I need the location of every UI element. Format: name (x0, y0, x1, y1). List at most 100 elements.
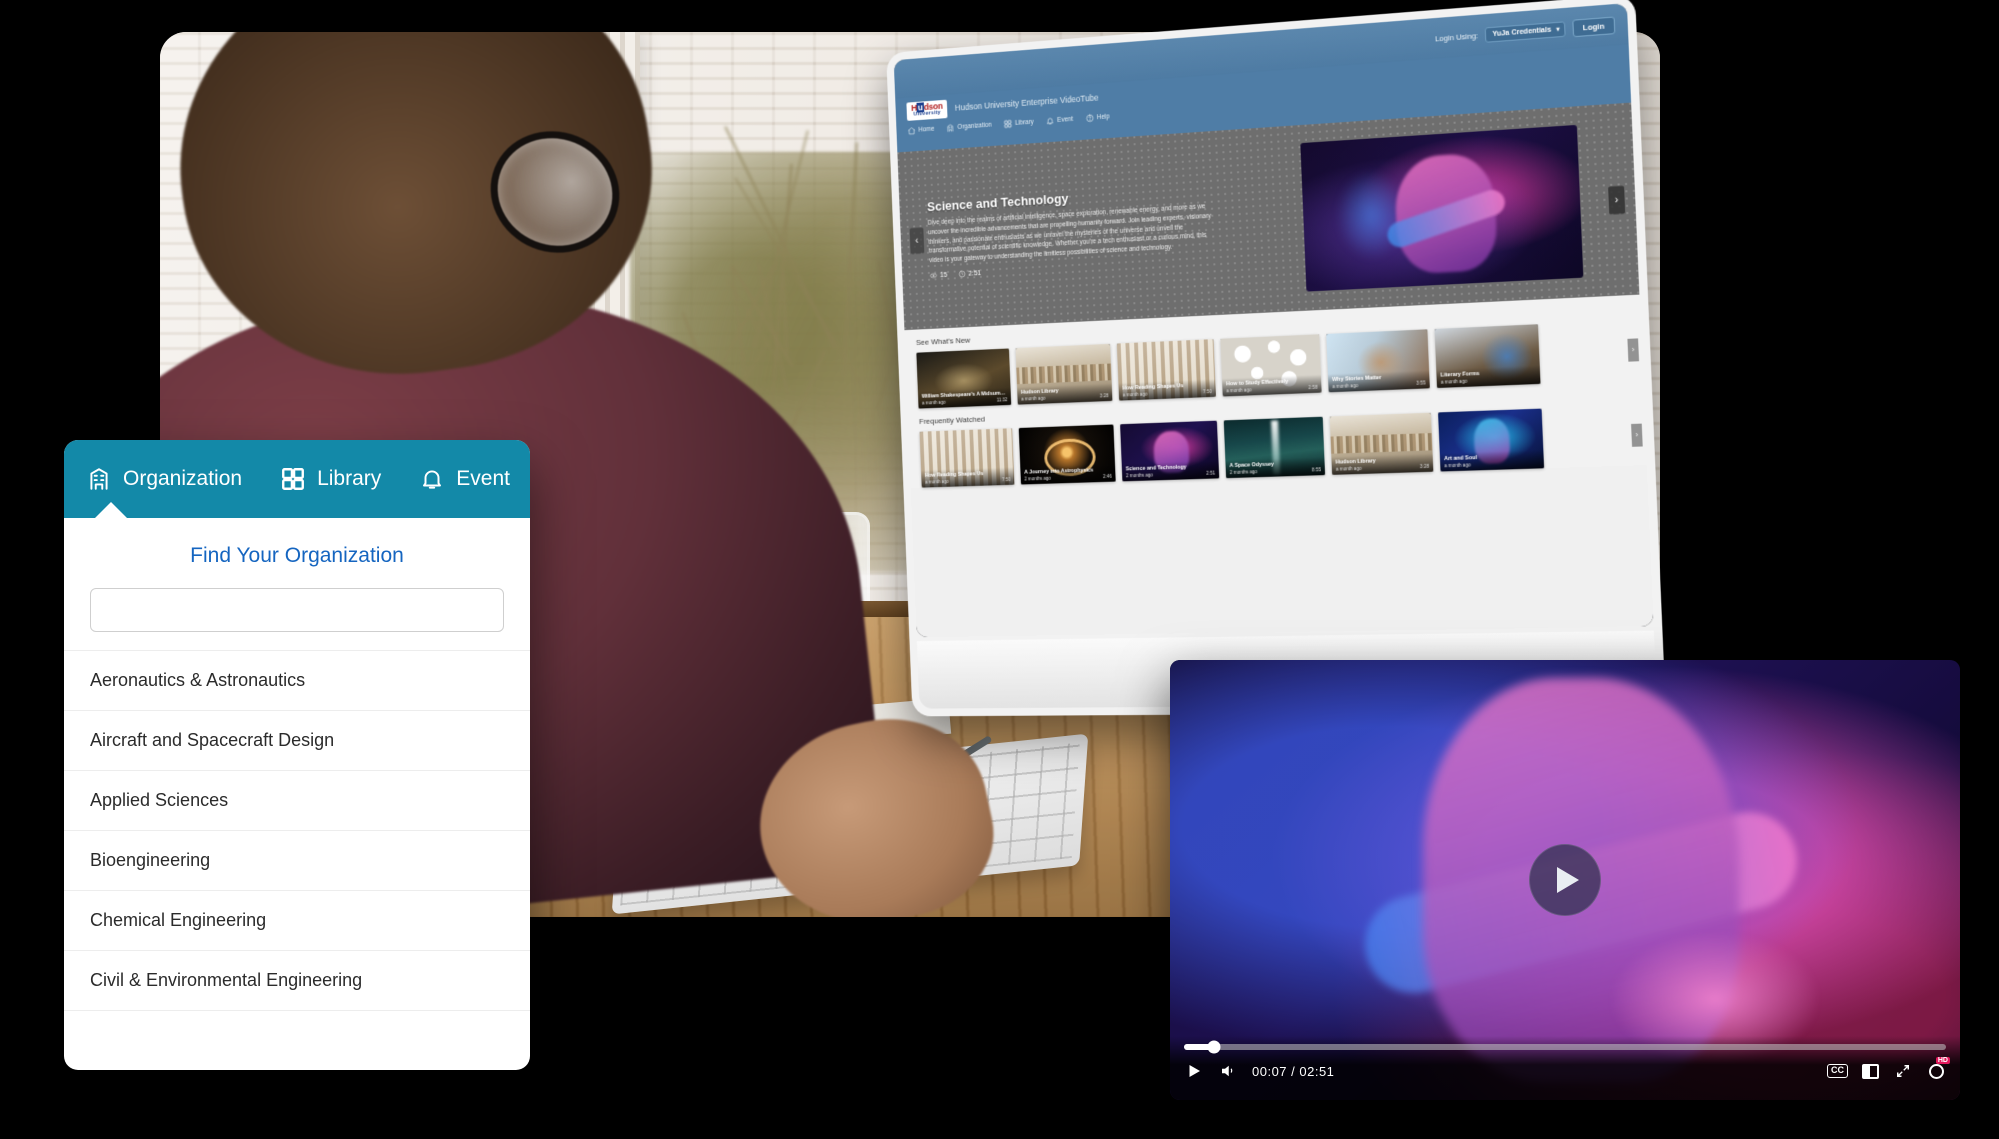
video-age: a month ago (922, 400, 946, 406)
list-item[interactable]: Chemical Engineering (64, 891, 530, 951)
settings-gear-icon[interactable]: HD (1927, 1062, 1946, 1081)
login-button[interactable]: Login (1572, 16, 1616, 37)
video-card[interactable]: Literary Forms a month ago (1435, 324, 1541, 388)
rail-next-button[interactable]: › (1631, 424, 1643, 447)
nav-item-organization[interactable]: Organization (946, 120, 992, 132)
nav-item-library[interactable]: Library (1004, 117, 1034, 128)
volume-icon[interactable] (1218, 1061, 1238, 1081)
nav-item-label: Event (1057, 115, 1073, 123)
play-overlay-button[interactable] (1529, 844, 1601, 916)
video-card[interactable]: William Shakespeare's A Midsumm... a mont… (916, 348, 1011, 408)
nav-item-label: Help (1097, 113, 1110, 121)
video-card[interactable]: How Reading Shapes Us a month ago 7:50 (920, 428, 1015, 487)
nav-item-label: Home (918, 125, 934, 133)
organization-search-box[interactable] (90, 588, 504, 632)
organization-list: Aeronautics & Astronautics Aircraft and S… (64, 650, 530, 1011)
video-duration: 11:32 (997, 397, 1008, 402)
video-duration: 3:28 (1100, 393, 1109, 398)
nav-item-home[interactable]: Home (907, 124, 934, 135)
bell-icon (419, 466, 445, 492)
eye-icon (930, 272, 938, 280)
hero-video-thumbnail[interactable] (1300, 125, 1583, 292)
cc-icon[interactable]: CC (1827, 1064, 1848, 1078)
building-icon (946, 123, 955, 132)
video-card[interactable]: Art and Soul a month ago (1438, 409, 1544, 472)
video-meta: Science and Technology 2 months ago 2:51 (1122, 460, 1220, 481)
video-duration: 7:50 (1002, 477, 1011, 482)
bell-icon (1046, 116, 1055, 125)
hero-views: 15 (930, 271, 948, 280)
org-tab-event[interactable]: Event (419, 466, 510, 492)
list-item[interactable]: Aircraft and Spacecraft Design (64, 711, 530, 771)
list-item[interactable]: Bioengineering (64, 831, 530, 891)
clock-icon (958, 270, 966, 278)
video-duration: 3:28 (1420, 464, 1429, 469)
search-input[interactable] (91, 589, 503, 631)
video-age: a month ago (1444, 462, 1470, 468)
org-tab-label: Library (317, 467, 381, 491)
video-meta: How Reading Shapes Us a month ago 7:50 (1118, 379, 1215, 401)
chevron-down-icon: ▾ (1556, 25, 1559, 32)
theater-mode-icon[interactable] (1862, 1064, 1879, 1079)
list-item[interactable]: Aeronautics & Astronautics (64, 651, 530, 711)
video-card[interactable]: Hudson Library a month ago 3:28 (1015, 344, 1112, 405)
video-player[interactable]: 00:07 / 02:51 CC HD (1170, 660, 1960, 1100)
nav-item-event[interactable]: Event (1046, 114, 1073, 125)
video-meta: Hudson Library a month ago 3:28 (1331, 453, 1433, 474)
video-meta: How Reading Shapes Us a month ago 7:50 (921, 467, 1014, 487)
hero-text: Science and Technology Dive deep into th… (927, 182, 1215, 280)
list-item[interactable]: Civil & Environmental Engineering (64, 951, 530, 1011)
video-duration: 2:51 (1206, 471, 1215, 476)
hero-prev-button[interactable]: ‹ (910, 227, 925, 254)
org-tab-organization[interactable]: Organization (86, 466, 242, 492)
list-item[interactable]: Applied Sciences (64, 771, 530, 831)
video-card[interactable]: A Space Odyssey 2 months ago 8:55 (1224, 417, 1325, 478)
hero-duration: 2:51 (958, 269, 981, 278)
video-duration: 7:50 (1203, 389, 1212, 394)
video-duration: 8:55 (1312, 467, 1321, 472)
nav-item-label: Library (1015, 118, 1034, 126)
screenshot-root: Login Using: YuJa Credentials ▾ Login Hu… (0, 0, 1999, 1139)
hero-next-button[interactable]: › (1608, 185, 1625, 214)
video-age: 2 months ago (1230, 469, 1258, 475)
progress-slider[interactable] (1184, 1044, 1946, 1050)
progress-knob[interactable] (1208, 1041, 1221, 1054)
video-card[interactable]: How to Study Effectively a month ago 2:58 (1220, 334, 1321, 396)
credential-select[interactable]: YuJa Credentials ▾ (1485, 21, 1565, 42)
video-card[interactable]: Science and Technology 2 months ago 2:51 (1120, 421, 1219, 482)
player-controls: 00:07 / 02:51 CC HD (1184, 1061, 1946, 1081)
video-age: a month ago (1336, 466, 1362, 472)
login-using-label: Login Using: (1435, 31, 1478, 43)
imac-bezel: Login Using: YuJa Credentials ▾ Login Hu… (886, 0, 1666, 716)
video-age: 2 months ago (1126, 473, 1153, 479)
org-tab-library[interactable]: Library (280, 466, 381, 492)
video-card[interactable]: Why Stories Matter a month ago 3:55 (1326, 329, 1430, 392)
video-age: a month ago (1332, 383, 1358, 389)
player-right-controls: CC HD (1827, 1061, 1946, 1081)
player-control-bar: 00:07 / 02:51 CC HD (1170, 1036, 1960, 1100)
hero-video-art (1300, 125, 1583, 292)
video-card[interactable]: A Journey into Astrophysics 2 months ago 2… (1019, 424, 1116, 484)
video-duration: 2:46 (1103, 474, 1112, 479)
active-tab-notch (94, 502, 128, 519)
video-card[interactable]: How Reading Shapes Us a month ago 7:50 (1117, 339, 1216, 401)
play-icon[interactable] (1184, 1061, 1204, 1081)
video-meta: A Space Odyssey 2 months ago 8:55 (1225, 457, 1325, 478)
video-duration: 2:58 (1308, 385, 1317, 390)
nav-item-label: Organization (957, 121, 991, 130)
fullscreen-icon[interactable] (1893, 1061, 1913, 1081)
video-age: 2 months ago (1024, 476, 1050, 482)
org-tab-label: Event (456, 467, 510, 491)
home-icon (907, 126, 916, 135)
hudson-university-logo[interactable]: Hudson University (906, 100, 947, 121)
imac-computer: Login Using: YuJa Credentials ▾ Login Hu… (880, 24, 1640, 714)
nav-item-help[interactable]: Help (1085, 112, 1110, 123)
site-title: Hudson University Enterprise VideoTube (955, 93, 1099, 113)
video-age: a month ago (1021, 396, 1045, 402)
logo-line-2: University (911, 111, 943, 119)
grid-icon (280, 466, 306, 492)
page-title: Find Your Organization (64, 518, 530, 588)
video-card[interactable]: Hudson Library a month ago 3:28 (1330, 413, 1434, 475)
credential-select-value: YuJa Credentials (1492, 26, 1551, 38)
rail-next-button[interactable]: › (1627, 338, 1639, 361)
